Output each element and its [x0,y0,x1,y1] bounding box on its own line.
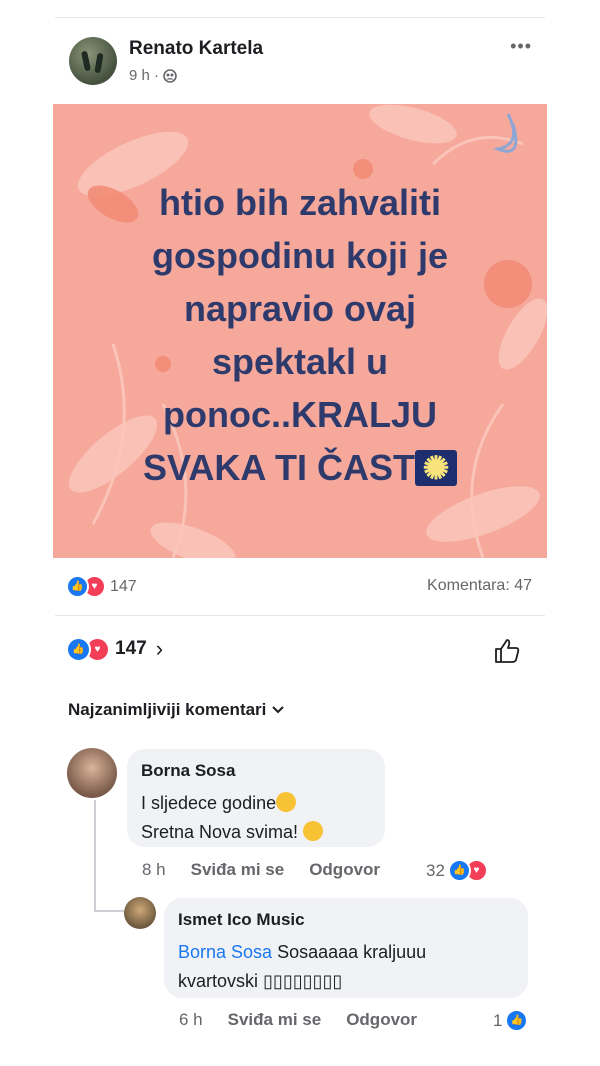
like-reaction-icon: 👍 [505,1009,529,1032]
party-face-emoji-icon [276,792,297,812]
fireworks-emoji-icon [415,448,457,488]
comment-reactions[interactable]: 32 👍 ♥ [426,859,488,882]
comments-sort-label: Najzanimljiviji komentari [68,700,267,719]
post-text-line: gospodinu koji je [152,235,448,276]
reply-reactions[interactable]: 1 👍 [493,1009,529,1032]
reply-bubble: Ismet Ico Music Borna Sosa Sosaaaaa kral… [164,898,528,998]
like-reaction-icon: 👍 [66,575,89,598]
reply-like-button[interactable]: Sviđa mi se [228,1010,322,1030]
reply-reply-button[interactable]: Odgovor [346,1010,417,1030]
comment-actions: 8 h Sviđa mi se Odgovor [142,860,380,880]
post-text-line: ponoc..KRALJU [163,394,437,435]
reaction-count: 147 [110,577,137,595]
post-meta: 9 h · [129,67,177,84]
comment-count[interactable]: Komentara: 47 [427,577,532,595]
top-divider [55,17,545,18]
comments-sort-dropdown[interactable]: Najzanimljiviji komentari [68,700,285,720]
reactions-summary[interactable]: 👍 ♥ 147 [66,575,137,598]
like-button-icon[interactable] [492,636,522,666]
replier-name[interactable]: Ismet Ico Music [178,910,305,930]
post-text-line: SVAKA TI ČAST [142,447,415,488]
divider [55,615,545,616]
post-text-line: napravio ovaj [183,288,417,329]
comment-reply-button[interactable]: Odgovor [309,860,380,880]
reply-reaction-count: 1 [493,1010,503,1030]
post-image[interactable]: htio bih zahvaliti gospodinu koji je nap… [53,104,547,558]
reply-time[interactable]: 6 h [179,1010,203,1030]
more-options-icon[interactable]: ••• [510,36,532,57]
like-reaction-icon: 👍 [66,636,91,662]
post-text-line-last: SVAKA TI ČAST [73,441,527,494]
mention-link[interactable]: Borna Sosa [178,942,272,962]
comment-time[interactable]: 8 h [142,860,166,880]
reply-line: kvartovski ▯▯▯▯▯▯▯▯ [178,971,343,991]
post-time[interactable]: 9 h · [129,67,159,84]
commenter-avatar[interactable] [67,748,117,798]
reaction-count-bold: 147 [115,638,147,659]
comment-bubble: Borna Sosa I sljedece godine Sretna Nova… [127,749,385,847]
chevron-right-icon: › [155,636,164,661]
comment-line: I sljedece godine [141,793,277,813]
thread-line [94,910,124,912]
author-avatar[interactable] [69,37,117,85]
reply-text: Borna Sosa Sosaaaaa kraljuuu kvartovski … [178,938,426,996]
chevron-down-icon [272,706,285,714]
comment-reaction-count: 32 [426,860,445,880]
thread-line [94,800,96,912]
replier-avatar[interactable] [124,897,156,929]
post-text-line: spektakl u [211,341,389,382]
post-author-name[interactable]: Renato Kartela [129,38,263,60]
reply-actions: 6 h Sviđa mi se Odgovor [179,1010,417,1030]
reactions-bar[interactable]: 👍 ♥ 147 › [66,636,163,662]
reply-line: Sosaaaaa kraljuuu [272,942,427,962]
like-reaction-icon: 👍 [447,859,471,882]
comment-line: Sretna Nova svima! [141,822,299,842]
kissing-face-emoji-icon [303,821,324,841]
post-text-line: htio bih zahvaliti [158,182,441,223]
comment-like-button[interactable]: Sviđa mi se [191,860,285,880]
comment-text: I sljedece godine Sretna Nova svima! [141,789,324,847]
commenter-name[interactable]: Borna Sosa [141,761,235,781]
friends-icon [163,68,177,83]
post-image-text: htio bih zahvaliti gospodinu koji je nap… [73,176,527,494]
